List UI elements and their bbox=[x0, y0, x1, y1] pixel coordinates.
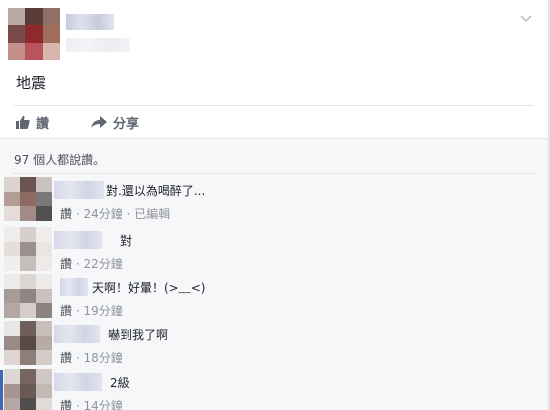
avatar[interactable] bbox=[4, 369, 52, 410]
comment-time[interactable]: 14分鐘 bbox=[83, 399, 122, 410]
comment-like-link[interactable]: 讚 bbox=[60, 351, 72, 365]
comment-item: 嚇到我了啊 讚 · 18分鐘 bbox=[0, 321, 540, 367]
like-label: 讚 bbox=[36, 116, 50, 132]
comment-like-link[interactable]: 讚 bbox=[60, 304, 72, 318]
likes-summary[interactable]: 97 個人都說讚。 bbox=[14, 151, 105, 168]
commenter-name-blurred[interactable] bbox=[54, 231, 102, 249]
avatar[interactable] bbox=[4, 227, 52, 271]
comment-meta: 讚 · 14分鐘 bbox=[60, 397, 123, 410]
focus-indicator bbox=[0, 370, 3, 410]
post-card: 地震 讚 分享 97 個人都說讚。 對.還以為喝醉了... 讚 · 24分鐘 ·… bbox=[0, 0, 549, 410]
comment-item: 對 讚 · 22分鐘 bbox=[0, 227, 540, 273]
comment-text: 對 bbox=[120, 234, 133, 248]
comment-item: 天啊！好暈！(>﹏<) 讚 · 19分鐘 bbox=[0, 274, 540, 320]
divider bbox=[12, 173, 536, 174]
post-timestamp-blurred bbox=[66, 38, 130, 52]
comment-meta: 讚 · 19分鐘 bbox=[60, 304, 123, 318]
post-text: 地震 bbox=[16, 74, 47, 92]
comment-item: 對.還以為喝醉了... 讚 · 24分鐘 · 已編輯 bbox=[0, 177, 540, 223]
comment-text: 對.還以為喝醉了... bbox=[106, 184, 206, 198]
like-button[interactable]: 讚 bbox=[15, 113, 50, 132]
avatar[interactable] bbox=[4, 274, 52, 318]
avatar[interactable] bbox=[8, 8, 60, 60]
comment-meta: 讚 · 24分鐘 · 已編輯 bbox=[60, 207, 171, 221]
divider bbox=[14, 105, 534, 106]
share-arrow-icon bbox=[91, 116, 107, 128]
comment-time[interactable]: 19分鐘 bbox=[83, 304, 122, 318]
author-name-blurred[interactable] bbox=[66, 14, 114, 30]
comment-like-link[interactable]: 讚 bbox=[60, 257, 72, 271]
share-label: 分享 bbox=[113, 116, 140, 132]
comment-item: 2級 讚 · 14分鐘 bbox=[0, 369, 540, 410]
comment-text: 嚇到我了啊 bbox=[108, 328, 169, 342]
commenter-name-blurred[interactable] bbox=[54, 181, 104, 199]
avatar[interactable] bbox=[4, 321, 52, 365]
comment-like-link[interactable]: 讚 bbox=[60, 399, 72, 410]
comment-time[interactable]: 22分鐘 bbox=[83, 257, 122, 271]
comment-meta: 讚 · 18分鐘 bbox=[60, 351, 123, 365]
thumbs-up-icon bbox=[16, 115, 30, 129]
comment-meta: 讚 · 22分鐘 bbox=[60, 257, 123, 271]
chevron-down-icon[interactable] bbox=[518, 10, 534, 26]
post-author bbox=[8, 8, 138, 66]
commenter-name-blurred[interactable] bbox=[54, 325, 100, 343]
comment-edited[interactable]: 已編輯 bbox=[134, 207, 170, 221]
comment-like-link[interactable]: 讚 bbox=[60, 207, 72, 221]
comment-text: 2級 bbox=[110, 376, 130, 390]
commenter-name-blurred[interactable] bbox=[54, 373, 102, 391]
comment-time[interactable]: 18分鐘 bbox=[83, 351, 122, 365]
comment-time[interactable]: 24分鐘 bbox=[83, 207, 122, 221]
comment-text: 天啊！好暈！(>﹏<) bbox=[92, 281, 206, 295]
share-button[interactable]: 分享 bbox=[90, 113, 140, 132]
avatar[interactable] bbox=[4, 177, 52, 221]
comments-section: 97 個人都說讚。 對.還以為喝醉了... 讚 · 24分鐘 · 已編輯 對 讚… bbox=[0, 138, 548, 410]
commenter-name-blurred[interactable] bbox=[60, 278, 88, 296]
